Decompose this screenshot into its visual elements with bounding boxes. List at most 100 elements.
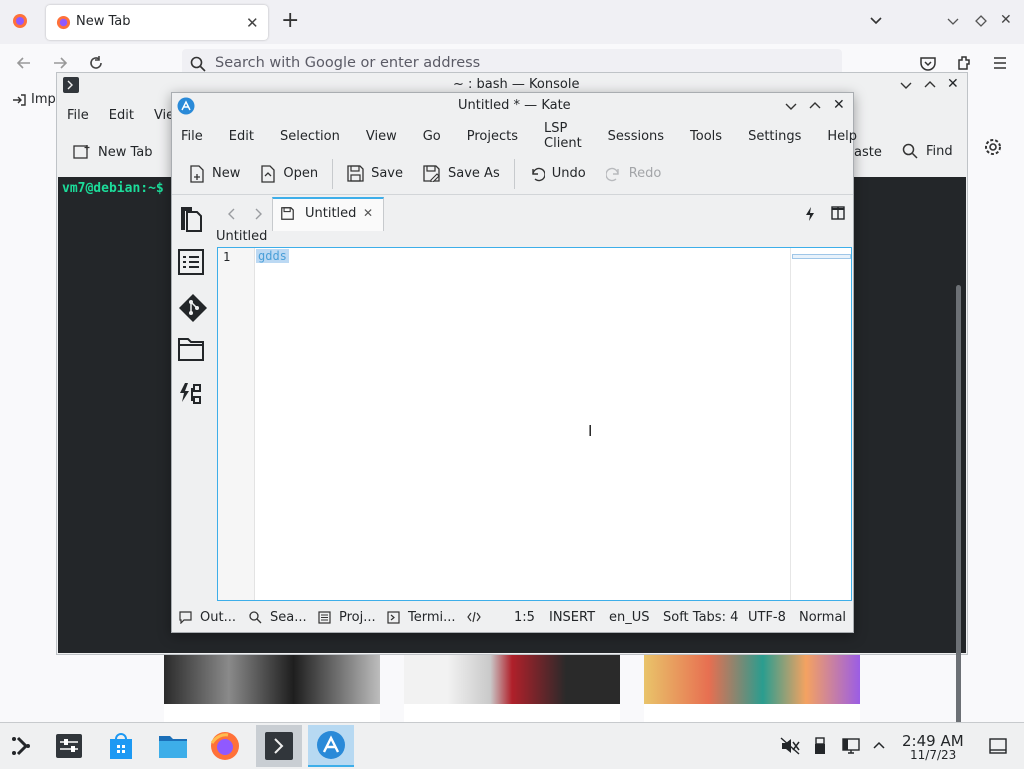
- clock-date[interactable]: 11/7/23: [910, 748, 956, 762]
- hamburger-menu-icon[interactable]: [991, 54, 1009, 72]
- quick-open-icon[interactable]: [803, 206, 817, 222]
- git-icon[interactable]: [178, 293, 208, 323]
- menu-edit[interactable]: Edit: [229, 129, 254, 144]
- save-button[interactable]: Save: [341, 159, 409, 189]
- system-settings-icon[interactable]: [50, 727, 88, 765]
- menu-go[interactable]: Go: [423, 129, 441, 144]
- documents-icon[interactable]: [178, 205, 208, 235]
- editor-text-line[interactable]: gdds: [256, 249, 289, 263]
- new-button[interactable]: New: [183, 159, 246, 189]
- terminal-scrollbar[interactable]: [956, 285, 961, 749]
- pocket-icon[interactable]: [919, 54, 937, 72]
- konsole-menu-file[interactable]: File: [67, 108, 89, 123]
- close-window-icon[interactable]: ✕: [1000, 12, 1012, 28]
- menu-selection[interactable]: Selection: [280, 129, 340, 144]
- list-tabs-icon[interactable]: [868, 12, 884, 28]
- taskbar: 2:49 AM 11/7/23: [0, 722, 1024, 769]
- close-document-icon[interactable]: ✕: [363, 206, 373, 220]
- kate-close-icon[interactable]: ✕: [833, 97, 845, 113]
- minimap[interactable]: [792, 254, 851, 259]
- split-view-icon[interactable]: [831, 206, 845, 220]
- projects-panel-label: Proj...: [339, 610, 376, 625]
- konsole-close-icon[interactable]: ✕: [947, 76, 959, 92]
- search-panel-label: Sea...: [270, 610, 307, 625]
- konsole-new-tab-button[interactable]: New Tab: [73, 143, 153, 161]
- syntax-mode[interactable]: Normal: [799, 610, 846, 625]
- import-label: Imp: [31, 92, 56, 107]
- back-icon[interactable]: [15, 54, 33, 72]
- extensions-icon[interactable]: [955, 54, 973, 72]
- discover-store-icon[interactable]: [102, 727, 140, 765]
- redo-button[interactable]: Redo: [600, 159, 668, 189]
- projects-panel-button[interactable]: Proj...: [318, 610, 376, 625]
- cursor-position[interactable]: 1:5: [514, 610, 535, 625]
- projects-panel-icon: [318, 611, 331, 624]
- project-tree-icon[interactable]: [178, 381, 208, 411]
- indentation-setting[interactable]: Soft Tabs: 4: [663, 610, 738, 625]
- konsole-taskbar-icon[interactable]: [256, 725, 302, 767]
- file-manager-icon[interactable]: [154, 727, 192, 765]
- document-tab-untitled[interactable]: Untitled ✕: [272, 197, 384, 231]
- menu-sessions[interactable]: Sessions: [608, 129, 664, 144]
- konsole-find-button[interactable]: Find: [902, 143, 953, 159]
- kate-title: Untitled * — Kate: [458, 98, 571, 113]
- story-card[interactable]: [404, 654, 620, 722]
- search-panel-button[interactable]: Sea...: [249, 610, 307, 625]
- konsole-app-icon: [63, 77, 79, 93]
- input-mode[interactable]: INSERT: [549, 610, 595, 625]
- kate-minimize-icon[interactable]: [784, 99, 798, 113]
- firefox-taskbar-icon[interactable]: [206, 727, 244, 765]
- encoding-setting[interactable]: UTF-8: [748, 610, 786, 625]
- menu-projects[interactable]: Projects: [467, 129, 518, 144]
- firefox-menu-icon[interactable]: [12, 13, 28, 29]
- text-editor[interactable]: 1 gdds I: [217, 247, 852, 601]
- dictionary-language[interactable]: en_US: [609, 610, 650, 625]
- new-tab-label: New Tab: [98, 144, 153, 160]
- close-tab-icon[interactable]: ✕: [246, 14, 259, 32]
- minimize-icon[interactable]: [946, 14, 960, 28]
- symbols-outline-icon[interactable]: [178, 249, 208, 279]
- terminal-panel-icon: [387, 611, 400, 624]
- volume-muted-icon[interactable]: [780, 737, 800, 755]
- kate-maximize-icon[interactable]: [808, 99, 822, 113]
- save-as-button[interactable]: Save As: [417, 159, 506, 189]
- import-bookmarks-button[interactable]: Imp: [12, 92, 56, 107]
- kate-taskbar-icon[interactable]: [308, 725, 354, 767]
- code-icon[interactable]: [467, 611, 481, 623]
- application-launcher-icon[interactable]: [4, 727, 42, 765]
- terminal-panel-button[interactable]: Termi...: [387, 610, 456, 625]
- redo-icon: [605, 166, 629, 182]
- story-card[interactable]: [164, 654, 380, 722]
- open-button[interactable]: Open: [254, 159, 324, 189]
- menu-view[interactable]: View: [366, 129, 397, 144]
- forward-icon[interactable]: [51, 54, 69, 72]
- show-hidden-icons-chevron-icon[interactable]: [872, 739, 886, 751]
- reload-icon[interactable]: [87, 54, 105, 72]
- output-panel-button[interactable]: Out...: [179, 610, 236, 625]
- new-tab-button[interactable]: +: [281, 8, 299, 33]
- menu-tools[interactable]: Tools: [690, 129, 722, 144]
- output-label: Out...: [200, 610, 236, 625]
- undo-button[interactable]: Undo: [523, 159, 592, 189]
- firefox-icon: [56, 15, 71, 30]
- konsole-menu-edit[interactable]: Edit: [109, 108, 134, 123]
- show-desktop-icon[interactable]: [989, 737, 1007, 755]
- folder-icon[interactable]: [178, 337, 208, 367]
- browser-tab-new-tab[interactable]: New Tab ✕: [46, 5, 268, 40]
- menu-settings[interactable]: Settings: [748, 129, 801, 144]
- menu-file[interactable]: File: [181, 129, 203, 144]
- network-icon[interactable]: [842, 737, 860, 755]
- story-card[interactable]: [644, 654, 860, 722]
- storage-device-icon[interactable]: [814, 737, 826, 755]
- next-tab-icon[interactable]: [252, 207, 264, 221]
- undo-label: Undo: [551, 166, 586, 181]
- kate-menubar: File Edit Selection View Go Projects LSP…: [181, 121, 883, 151]
- maximize-icon[interactable]: [974, 14, 988, 28]
- konsole-maximize-icon[interactable]: [923, 78, 937, 92]
- menu-lsp-client[interactable]: LSP Client: [544, 121, 582, 151]
- menu-help[interactable]: Help: [827, 129, 857, 144]
- previous-tab-icon[interactable]: [226, 207, 238, 221]
- konsole-minimize-icon[interactable]: [899, 78, 913, 92]
- settings-gear-icon[interactable]: [983, 137, 1003, 157]
- breadcrumb[interactable]: Untitled: [216, 229, 267, 244]
